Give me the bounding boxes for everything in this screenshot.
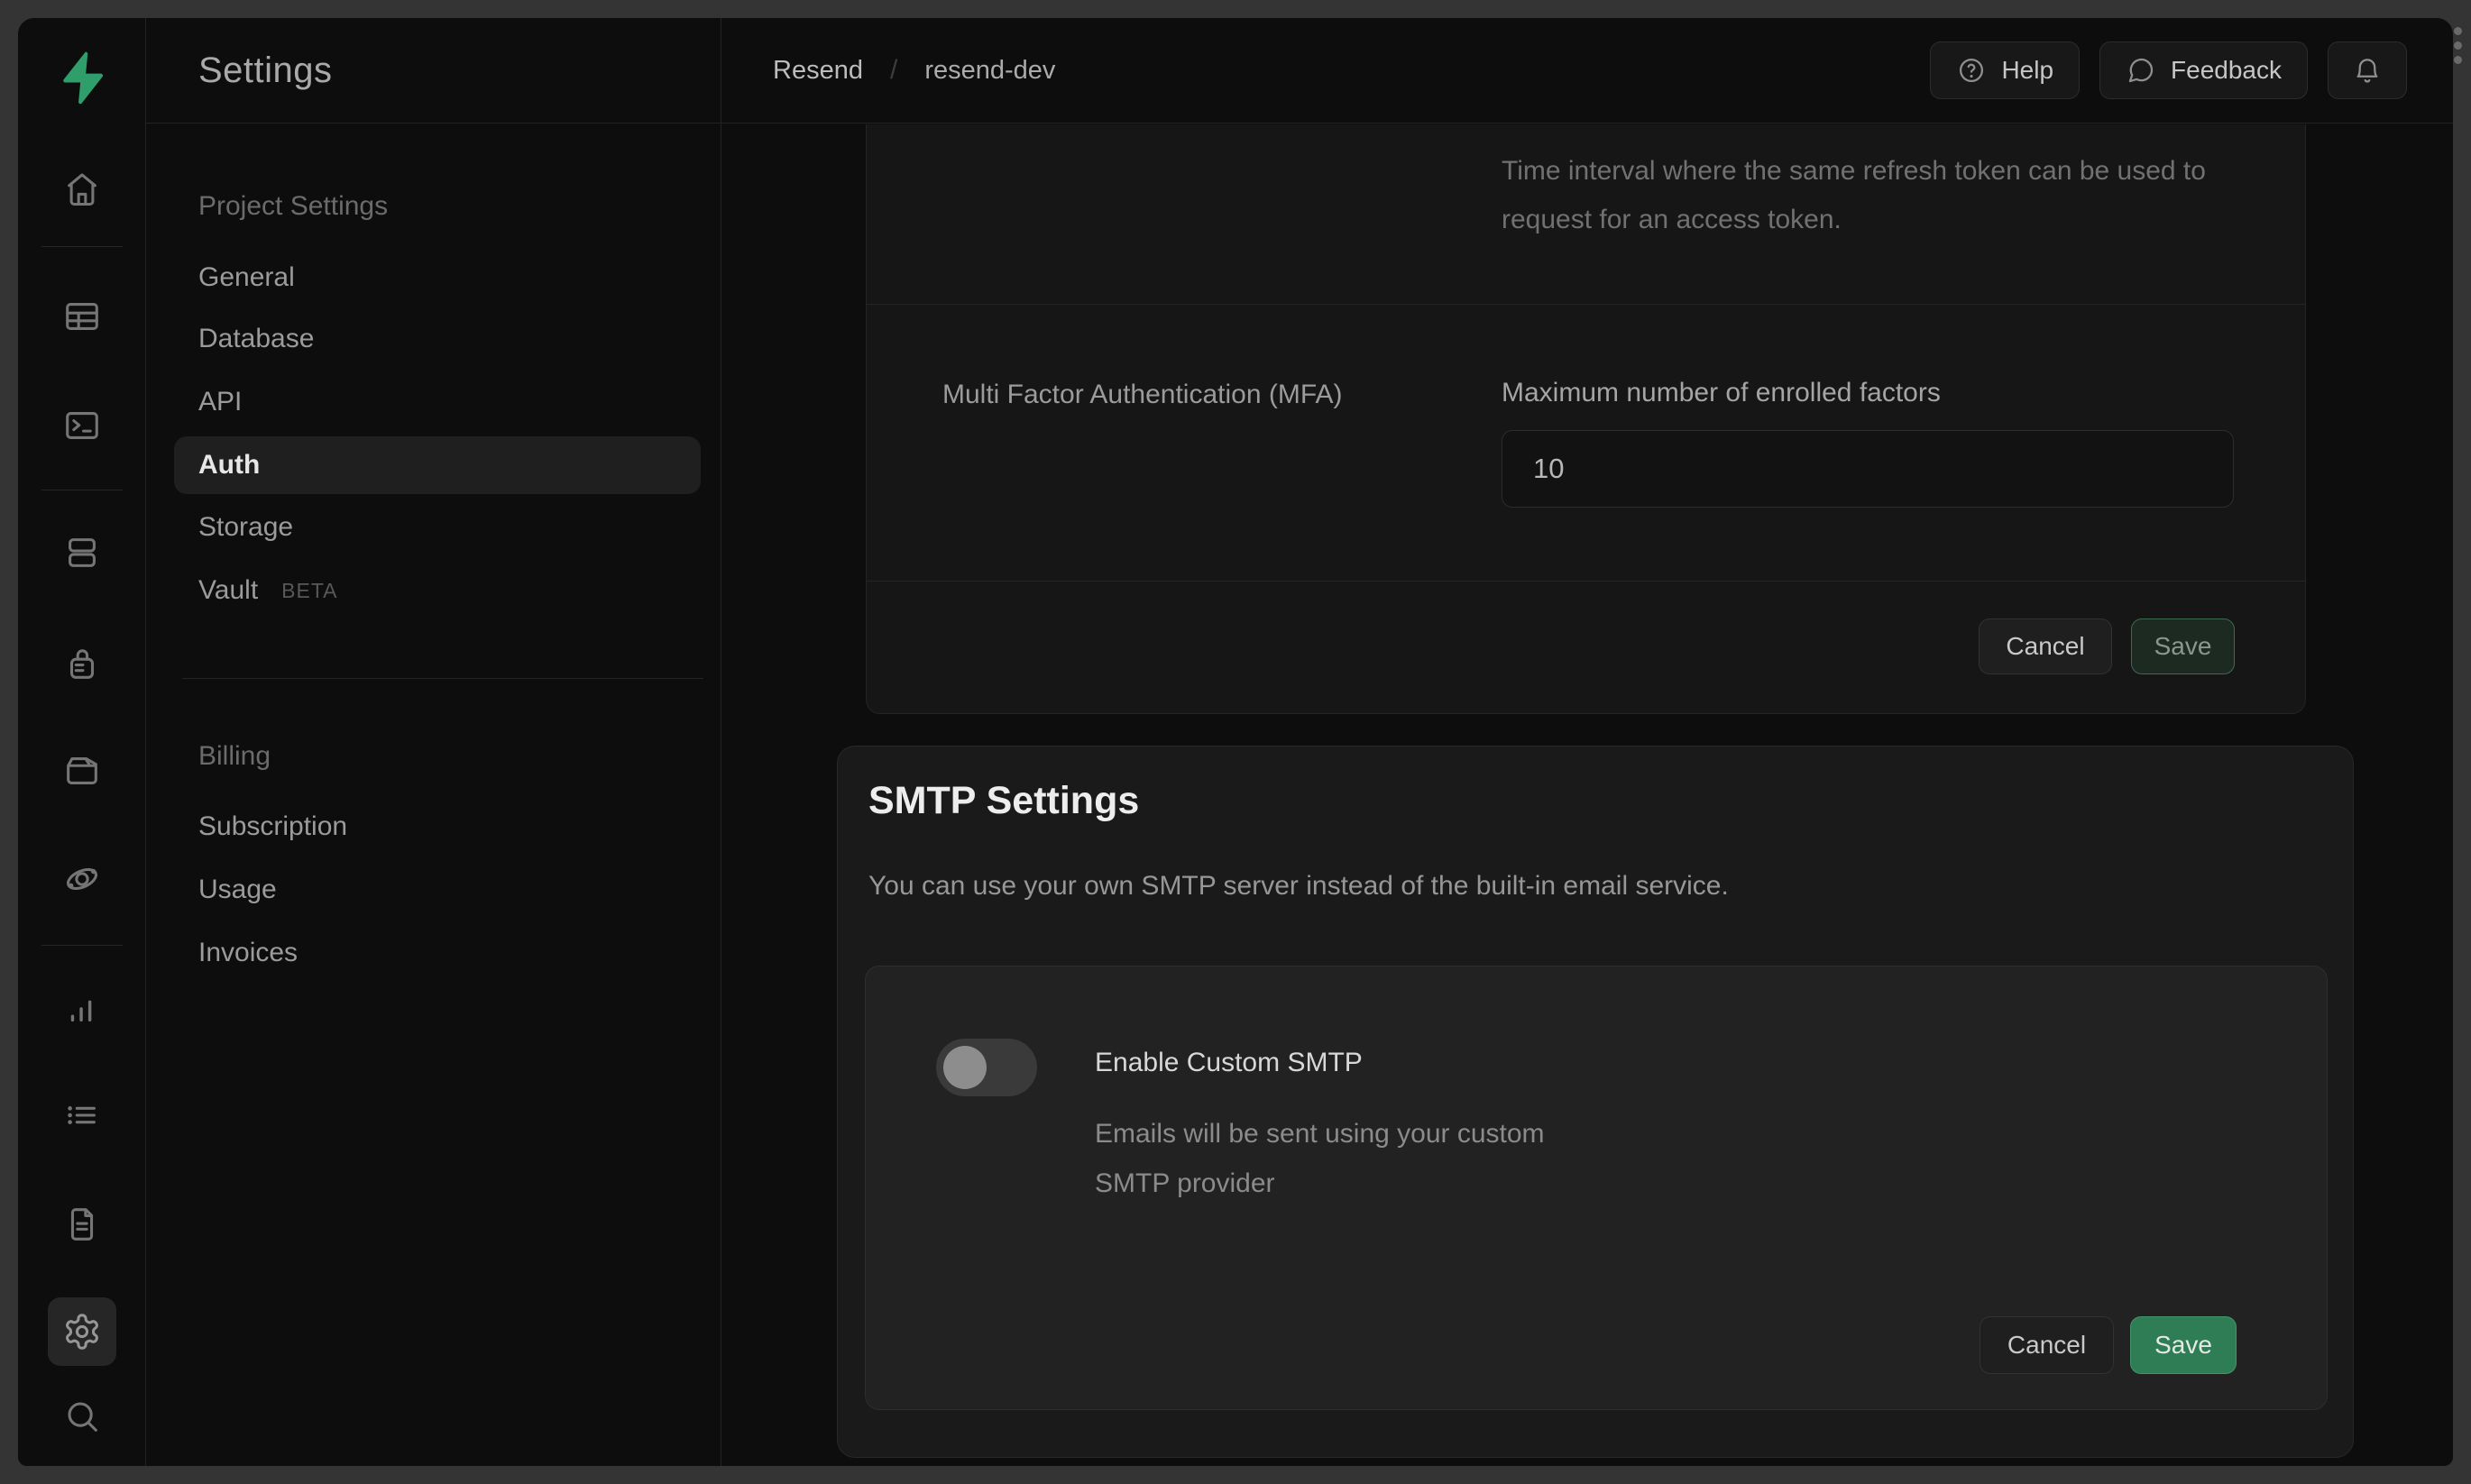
- sidebar-item-vault[interactable]: Vault BETA: [198, 571, 338, 610]
- sidebar-item-auth[interactable]: Auth: [198, 445, 260, 485]
- main-content: Time interval where the same refresh tok…: [721, 124, 2453, 1466]
- auth-save-button[interactable]: Save: [2131, 618, 2235, 674]
- smtp-settings-panel: SMTP Settings You can use your own SMTP …: [837, 746, 2354, 1458]
- rail-divider: [41, 945, 123, 946]
- beta-badge: BETA: [281, 579, 337, 603]
- app-window: Settings Project Settings General Databa…: [18, 18, 2453, 1466]
- sidebar-item-api[interactable]: API: [198, 382, 242, 422]
- database-icon[interactable]: [48, 518, 116, 587]
- auth-cancel-button[interactable]: Cancel: [1979, 618, 2112, 674]
- smtp-cancel-button[interactable]: Cancel: [1980, 1316, 2114, 1374]
- sidebar-item-storage[interactable]: Storage: [198, 508, 293, 547]
- help-button-label: Help: [2001, 56, 2053, 85]
- enable-custom-smtp-toggle[interactable]: [936, 1039, 1037, 1096]
- card-divider: [867, 581, 2305, 582]
- help-circle-icon: [1956, 55, 1987, 86]
- breadcrumb-environment[interactable]: resend-dev: [924, 56, 1055, 86]
- message-bubble-icon: [2126, 55, 2156, 86]
- sql-editor-icon[interactable]: [48, 391, 116, 460]
- settings-icon[interactable]: [48, 1297, 116, 1366]
- smtp-description: You can use your own SMTP server instead…: [868, 871, 1729, 902]
- smtp-save-button[interactable]: Save: [2130, 1316, 2237, 1374]
- supabase-logo[interactable]: [18, 50, 146, 105]
- sidebar-item-general[interactable]: General: [198, 258, 295, 298]
- feedback-button-label: Feedback: [2171, 56, 2282, 85]
- table-editor-icon[interactable]: [48, 282, 116, 351]
- toggle-knob: [943, 1046, 987, 1089]
- mfa-field-label: Maximum number of enrolled factors: [1502, 378, 1941, 408]
- smtp-card: Enable Custom SMTP Emails will be sent u…: [865, 966, 2328, 1410]
- frame-scroll-dot: [2454, 56, 2462, 64]
- smtp-title: SMTP Settings: [868, 779, 1139, 823]
- frame-scroll-dot: [2454, 27, 2462, 35]
- sidebar-item-database[interactable]: Database: [198, 319, 314, 359]
- refresh-token-help-text: Time interval where the same refresh tok…: [1502, 147, 2223, 244]
- rail-divider: [41, 246, 123, 247]
- docs-icon[interactable]: [48, 1190, 116, 1259]
- logs-icon[interactable]: [48, 1081, 116, 1150]
- breadcrumb: Resend / resend-dev: [773, 55, 1055, 86]
- storage-icon[interactable]: [48, 737, 116, 805]
- auth-lock-icon[interactable]: [48, 629, 116, 698]
- header-actions: Help Feedback: [1930, 41, 2407, 99]
- edge-functions-icon[interactable]: [48, 845, 116, 913]
- frame-scroll-dot: [2454, 41, 2462, 50]
- settings-sidebar: Settings Project Settings General Databa…: [146, 18, 721, 1466]
- feedback-button[interactable]: Feedback: [2099, 41, 2308, 99]
- breadcrumb-separator: /: [890, 55, 897, 86]
- notifications-button[interactable]: [2328, 41, 2407, 99]
- home-icon[interactable]: [48, 155, 116, 224]
- sidebar-item-usage[interactable]: Usage: [198, 870, 277, 910]
- card-divider: [867, 304, 2305, 305]
- enable-custom-smtp-label: Enable Custom SMTP: [1095, 1048, 1363, 1078]
- auth-settings-card: Time interval where the same refresh tok…: [866, 124, 2306, 714]
- bell-icon: [2352, 55, 2383, 86]
- icon-rail: [18, 18, 146, 1466]
- section-header-billing: Billing: [198, 737, 271, 776]
- supabase-bolt-icon: [57, 50, 107, 105]
- help-button[interactable]: Help: [1930, 41, 2080, 99]
- breadcrumb-project[interactable]: Resend: [773, 56, 863, 86]
- section-header-project-settings: Project Settings: [198, 187, 388, 226]
- sidebar-item-label: Vault: [198, 575, 258, 606]
- max-enrolled-factors-input[interactable]: [1502, 430, 2234, 508]
- sidebar-divider: [182, 678, 703, 679]
- search-icon[interactable]: [48, 1382, 116, 1451]
- sidebar-item-invoices[interactable]: Invoices: [198, 933, 298, 973]
- top-bar: Resend / resend-dev Help Feedback: [146, 18, 2453, 124]
- sidebar-item-subscription[interactable]: Subscription: [198, 807, 347, 847]
- mfa-section-label: Multi Factor Authentication (MFA): [942, 380, 1343, 410]
- enable-custom-smtp-description: Emails will be sent using your custom SM…: [1095, 1109, 1573, 1208]
- reports-icon[interactable]: [48, 974, 116, 1042]
- card-divider: [866, 1280, 2327, 1281]
